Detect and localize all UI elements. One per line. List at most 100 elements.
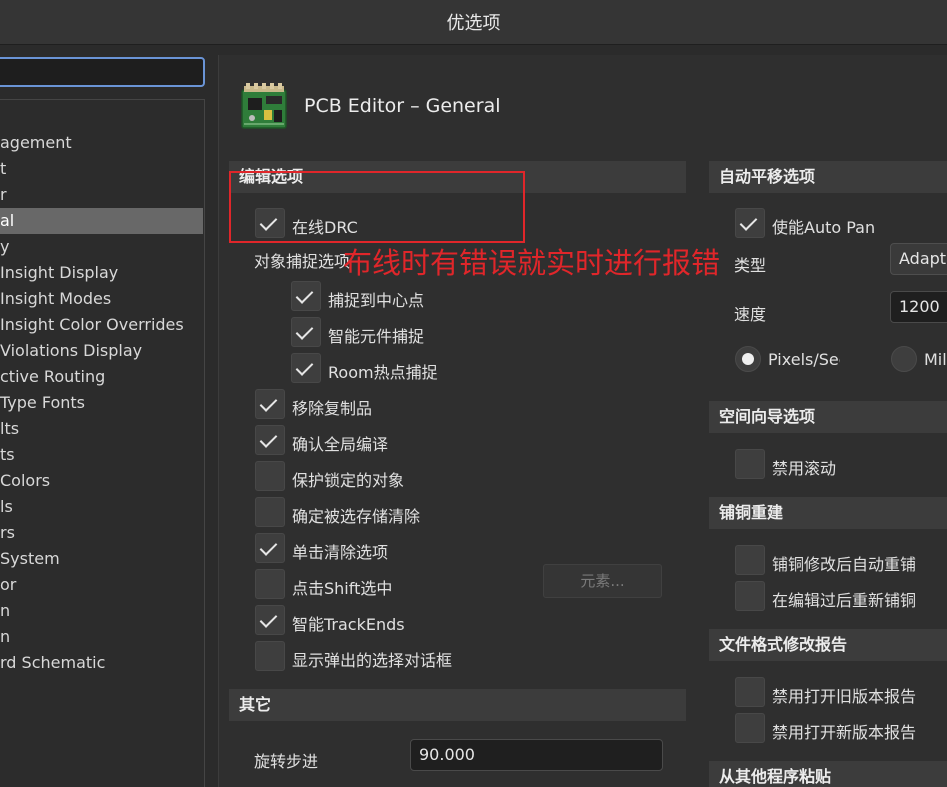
tree-item-label: n: [0, 601, 11, 620]
smart-component-snap-checkbox[interactable]: [291, 317, 321, 347]
section-header-paste: 从其他程序粘贴: [709, 761, 947, 787]
tree-item[interactable]: ctive Routing: [0, 364, 203, 390]
section-header-autopan: 自动平移选项: [709, 161, 947, 193]
show-popup-dialog-checkbox[interactable]: [255, 641, 285, 671]
snap-center-label: 捕捉到中心点: [328, 291, 425, 310]
confirm-selection-clear-label: 确定被选存储清除: [292, 507, 421, 526]
online-drc-label: 在线DRC: [292, 218, 358, 237]
tree-item[interactable]: y: [0, 234, 203, 260]
rotation-step-label: 旋转步进: [254, 752, 319, 771]
section-header-edit-options: 编辑选项: [229, 161, 686, 193]
tree-item-label: ctive Routing: [0, 367, 106, 386]
show-popup-dialog-label: 显示弹出的选择对话框: [292, 651, 453, 670]
autopan-speed-input[interactable]: 1200: [890, 291, 947, 323]
confirm-global-edit-checkbox[interactable]: [255, 425, 285, 455]
tree-item-label: agement: [0, 133, 72, 152]
repour-after-edit-checkbox[interactable]: [735, 581, 765, 611]
auto-repour-checkbox[interactable]: [735, 545, 765, 575]
tree-item[interactable]: Colors: [0, 468, 203, 494]
snap-center-checkbox[interactable]: [291, 281, 321, 311]
confirm-selection-clear-checkbox[interactable]: [255, 497, 285, 527]
remove-duplicates-label: 移除复制品: [292, 399, 373, 418]
annotation-text: 布线时有错误就实时进行报错: [343, 246, 721, 280]
tree-item[interactable]: r: [0, 182, 203, 208]
shift-click-select-checkbox[interactable]: [255, 569, 285, 599]
tree-item-label: r: [0, 185, 7, 204]
tree-search-input[interactable]: [0, 57, 205, 87]
tree-item[interactable]: n: [0, 624, 203, 650]
unit-mils-label: Mils/Sec: [924, 350, 947, 369]
tree-item-label: Insight Modes: [0, 289, 112, 308]
tree-item[interactable]: rs: [0, 520, 203, 546]
room-hotspot-snap-label: Room热点捕捉: [328, 363, 438, 382]
tree-item-label: Violations Display: [0, 341, 143, 360]
tree-item[interactable]: Violations Display: [0, 338, 203, 364]
unit-pixels-radio[interactable]: [735, 346, 761, 372]
tree-item-label: Type Fonts: [0, 393, 86, 412]
tree-item[interactable]: n: [0, 598, 203, 624]
disable-new-report-label: 禁用打开新版本报告: [772, 723, 917, 742]
tree-item[interactable]: Insight Color Overrides: [0, 312, 203, 338]
tree-item-label: t: [0, 159, 7, 178]
elements-button[interactable]: 元素...: [543, 564, 662, 598]
protect-locked-checkbox[interactable]: [255, 461, 285, 491]
auto-repour-label: 铺铜修改后自动重铺: [772, 555, 917, 574]
pcb-board-icon: [241, 83, 287, 129]
click-clear-selection-label: 单击清除选项: [292, 543, 389, 562]
tree-item[interactable]: Type Fonts: [0, 390, 203, 416]
online-drc-checkbox[interactable]: [255, 208, 285, 238]
disable-new-report-checkbox[interactable]: [735, 713, 765, 743]
tree-item-label: n: [0, 627, 11, 646]
tree-item-label: System: [0, 549, 60, 568]
autopan-type-label: 类型: [734, 256, 767, 275]
disable-scroll-checkbox[interactable]: [735, 449, 765, 479]
unit-mils-radio[interactable]: [891, 346, 917, 372]
disable-scroll-label: 禁用滚动: [772, 459, 837, 478]
tree-item-label: Insight Display: [0, 263, 119, 282]
autopan-type-dropdown[interactable]: Adaptive: [890, 243, 947, 275]
tree-item[interactable]: al: [0, 208, 203, 234]
tree-item[interactable]: or: [0, 572, 203, 598]
autopan-speed-label: 速度: [734, 305, 767, 324]
repour-after-edit-label: 在编辑过后重新铺铜: [772, 591, 917, 610]
page-title: PCB Editor – General: [304, 95, 501, 117]
tree-item-label: Insight Color Overrides: [0, 315, 184, 334]
tree-item-label: al: [0, 211, 15, 230]
section-header-repour: 铺铜重建: [709, 497, 947, 529]
window-title: 优选项: [0, 0, 947, 45]
tree-item-label: Colors: [0, 471, 51, 490]
tree-item-label: lts: [0, 419, 20, 438]
tree-item[interactable]: Insight Modes: [0, 286, 203, 312]
snap-options-label: 对象捕捉选项: [254, 252, 351, 271]
smart-track-ends-checkbox[interactable]: [255, 605, 285, 635]
click-clear-selection-checkbox[interactable]: [255, 533, 285, 563]
rotation-step-input[interactable]: 90.000: [410, 739, 663, 771]
tree-item[interactable]: agement: [0, 130, 203, 156]
tree-item-label: rd Schematic: [0, 653, 106, 672]
enable-autopan-label: 使能Auto Pan: [772, 218, 876, 237]
section-header-file-format: 文件格式修改报告: [709, 629, 947, 661]
shift-click-select-label: 点击Shift选中: [292, 579, 393, 598]
preferences-tree: agement t r al y Insight Display Insight Mod…: [0, 99, 205, 787]
tree-item[interactable]: ts: [0, 442, 203, 468]
protect-locked-label: 保护锁定的对象: [292, 471, 405, 490]
tree-item-label: ls: [0, 497, 13, 516]
remove-duplicates-checkbox[interactable]: [255, 389, 285, 419]
confirm-global-edit-label: 确认全局编译: [292, 435, 389, 454]
tree-item-label: ts: [0, 445, 15, 464]
tree-item[interactable]: rd Schematic: [0, 650, 203, 676]
unit-pixels-label: Pixels/Sec: [768, 350, 840, 369]
tree-item-label: or: [0, 575, 17, 594]
tree-item-label: rs: [0, 523, 15, 542]
section-header-space-navigator: 空间向导选项: [709, 401, 947, 433]
room-hotspot-snap-checkbox[interactable]: [291, 353, 321, 383]
tree-item[interactable]: System: [0, 546, 203, 572]
enable-autopan-checkbox[interactable]: [735, 208, 765, 238]
tree-item-label: y: [0, 237, 10, 256]
disable-old-report-checkbox[interactable]: [735, 677, 765, 707]
tree-item[interactable]: lts: [0, 416, 203, 442]
tree-item[interactable]: ls: [0, 494, 203, 520]
tree-item[interactable]: t: [0, 156, 203, 182]
disable-old-report-label: 禁用打开旧版本报告: [772, 687, 917, 706]
tree-item[interactable]: Insight Display: [0, 260, 203, 286]
